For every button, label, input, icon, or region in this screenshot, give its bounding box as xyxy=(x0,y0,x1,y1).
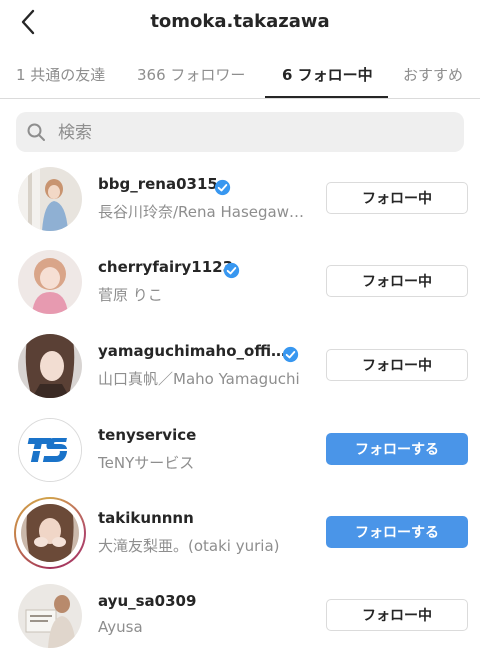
search-input[interactable] xyxy=(56,112,460,154)
username[interactable]: ayu_sa0309 xyxy=(98,592,196,610)
username[interactable]: takikunnnn xyxy=(98,509,194,527)
user-row: yamaguchimaho_offi… 山口真帆／Maho Yamaguchi … xyxy=(0,324,480,408)
user-row: cherryfairy1123 菅原 りこ フォロー中 xyxy=(0,240,480,324)
following-button[interactable]: フォロー中 xyxy=(326,349,468,381)
user-row: tenyservice TeNYサービス フォローする xyxy=(0,408,480,492)
username[interactable]: tenyservice xyxy=(98,426,196,444)
user-row: ayu_sa0309 Ayusa フォロー中 xyxy=(0,574,480,658)
avatar[interactable] xyxy=(18,167,82,231)
full-name: 山口真帆／Maho Yamaguchi xyxy=(98,370,300,388)
username[interactable]: cherryfairy1123 xyxy=(98,258,233,276)
username[interactable]: bbg_rena0315 xyxy=(98,175,218,193)
username[interactable]: yamaguchimaho_offi… xyxy=(98,342,286,360)
page-title: tomoka.takazawa xyxy=(150,11,330,32)
full-name: Ayusa xyxy=(98,618,143,636)
user-row: takikunnnn 大滝友梨亜。(otaki yuria) フォローする xyxy=(0,491,480,575)
search-icon xyxy=(27,123,45,141)
active-tab-indicator xyxy=(265,96,388,98)
avatar[interactable] xyxy=(18,418,82,482)
verified-badge-icon xyxy=(223,262,240,279)
avatar[interactable] xyxy=(18,334,82,398)
following-button[interactable]: フォロー中 xyxy=(326,599,468,631)
full-name: TeNYサービス xyxy=(98,454,195,472)
full-name: 大滝友梨亜。(otaki yuria) xyxy=(98,537,280,555)
avatar[interactable] xyxy=(18,250,82,314)
tab-bar: 1 共通の友達 366 フォロワー 6 フォロー中 おすすめ xyxy=(0,52,480,99)
following-button[interactable]: フォロー中 xyxy=(326,265,468,297)
top-bar: tomoka.takazawa xyxy=(0,0,480,48)
tab-following[interactable]: 6 フォロー中 xyxy=(282,64,373,85)
user-row: bbg_rena0315 長谷川玲奈/Rena Hasegaw… フォロー中 xyxy=(0,157,480,241)
full-name: 菅原 りこ xyxy=(98,286,163,304)
verified-badge-icon xyxy=(282,346,299,363)
verified-badge-icon xyxy=(214,179,231,196)
tab-mutual[interactable]: 1 共通の友達 xyxy=(16,64,105,85)
tab-followers[interactable]: 366 フォロワー xyxy=(137,64,245,85)
full-name: 長谷川玲奈/Rena Hasegaw… xyxy=(98,203,303,221)
avatar[interactable] xyxy=(21,504,79,562)
following-button[interactable]: フォロー中 xyxy=(326,182,468,214)
teny-logo-icon xyxy=(19,419,81,481)
avatar[interactable] xyxy=(18,584,82,648)
follow-button[interactable]: フォローする xyxy=(326,516,468,548)
tab-suggested[interactable]: おすすめ xyxy=(403,64,463,85)
follow-button[interactable]: フォローする xyxy=(326,433,468,465)
search-bar[interactable] xyxy=(16,112,464,154)
